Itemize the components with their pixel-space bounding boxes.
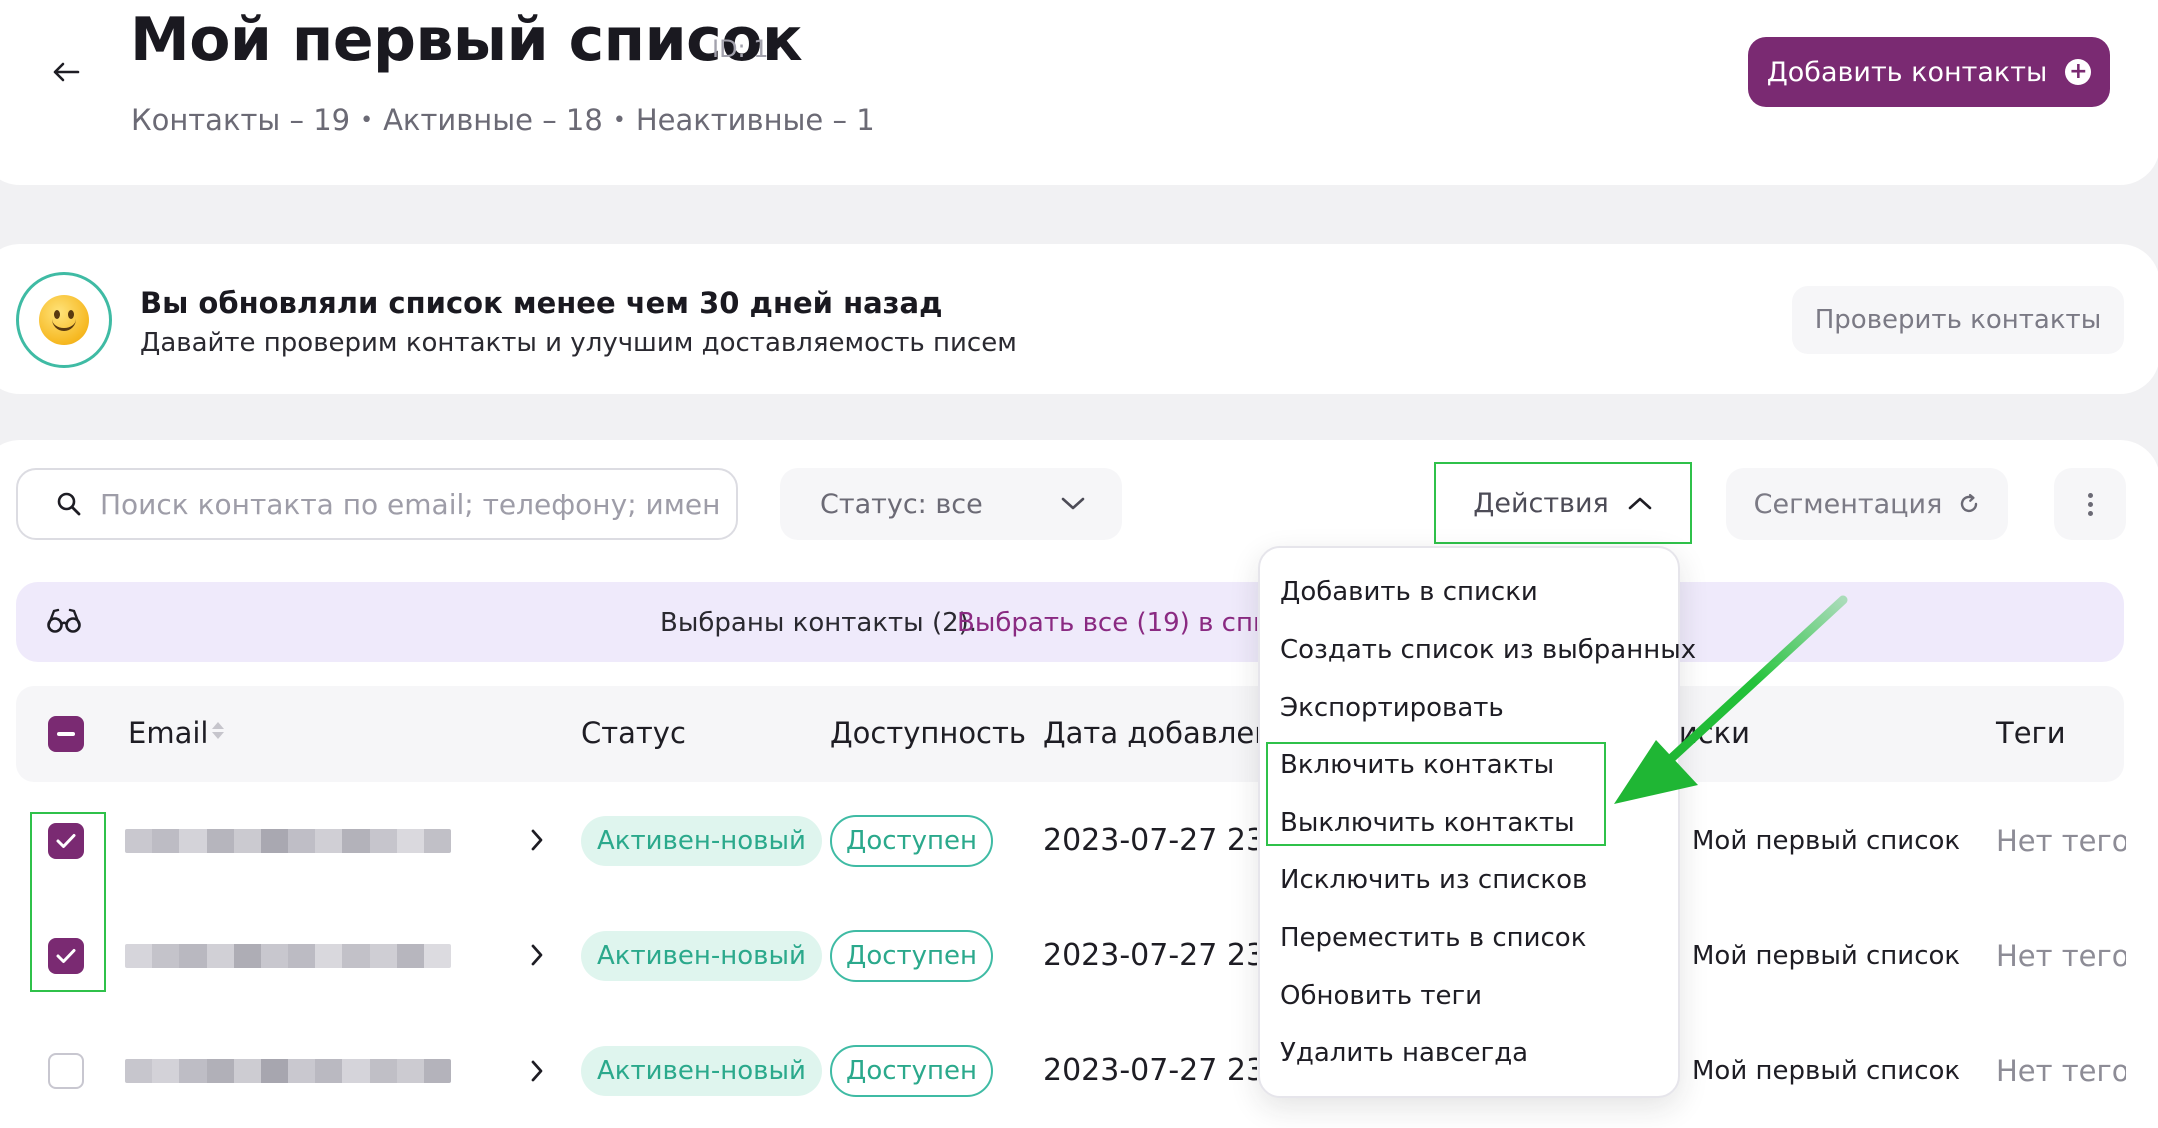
email-blurred bbox=[125, 1059, 451, 1083]
date-cell: 2023-07-27 23: bbox=[1043, 823, 1257, 858]
notice-subtitle: Давайте проверим контакты и улучшим дост… bbox=[140, 328, 1017, 358]
select-all-checkbox[interactable] bbox=[48, 716, 84, 752]
list-id: ID: 1 bbox=[712, 35, 769, 63]
highlight-box bbox=[1266, 742, 1606, 846]
row-expand-button[interactable] bbox=[522, 1056, 552, 1086]
smiley-icon bbox=[16, 272, 112, 368]
availability-badge: Доступен bbox=[830, 930, 994, 982]
chevron-right-icon bbox=[531, 944, 543, 966]
date-cell: 2023-07-27 23: bbox=[1043, 938, 1257, 973]
selection-count: Выбраны контакты (2). bbox=[660, 608, 978, 638]
status-badge: Активен-новый bbox=[581, 816, 822, 866]
select-all-link[interactable]: Выбрать все (19) в списке bbox=[957, 608, 1257, 638]
refresh-icon bbox=[1961, 493, 1978, 513]
segmentation-button[interactable]: Сегментация bbox=[1726, 468, 2008, 540]
more-options-button[interactable] bbox=[2054, 468, 2126, 540]
row-checkbox[interactable] bbox=[48, 1053, 84, 1089]
status-badge: Активен-новый bbox=[581, 1046, 822, 1096]
glasses-icon bbox=[46, 606, 82, 638]
stat-contacts: Контакты – 19 bbox=[131, 103, 351, 137]
tags-cell: Нет тегов bbox=[1996, 824, 2126, 858]
stat-inactive: Неактивные – 1 bbox=[635, 103, 875, 137]
menu-item-move-to-list[interactable]: Переместить в список bbox=[1280, 923, 1586, 953]
stat-separator: • bbox=[360, 107, 374, 133]
search-icon bbox=[57, 492, 81, 516]
status-badge: Активен-новый bbox=[581, 931, 822, 981]
actions-button[interactable]: Действия bbox=[1434, 462, 1692, 544]
stat-separator: • bbox=[612, 107, 626, 133]
column-email[interactable]: Email bbox=[128, 716, 208, 750]
vertical-dots-icon bbox=[2087, 491, 2093, 518]
menu-item-export[interactable]: Экспортировать bbox=[1280, 693, 1504, 723]
chevron-right-icon bbox=[531, 829, 543, 851]
date-cell: 2023-07-27 23: bbox=[1043, 1053, 1257, 1088]
add-contacts-button[interactable]: Добавить контакты + bbox=[1748, 37, 2110, 107]
back-button[interactable] bbox=[44, 50, 88, 94]
list-cell: Мой первый список bbox=[1692, 1056, 1961, 1086]
email-blurred bbox=[125, 944, 451, 968]
chevron-down-icon bbox=[1061, 497, 1085, 510]
notice-title: Вы обновляли список менее чем 30 дней на… bbox=[140, 286, 943, 320]
add-contacts-label: Добавить контакты bbox=[1766, 56, 2048, 88]
availability-badge: Доступен bbox=[830, 1045, 994, 1097]
tags-cell: Нет тегов bbox=[1996, 939, 2126, 973]
menu-item-add-to-lists[interactable]: Добавить в списки bbox=[1280, 577, 1538, 607]
highlight-box bbox=[30, 812, 106, 992]
minus-icon bbox=[57, 732, 75, 736]
annotation-arrow-icon bbox=[1614, 595, 1848, 804]
list-stats: Контакты – 19 • Активные – 18 • Неактивн… bbox=[131, 103, 875, 137]
availability-badge: Доступен bbox=[830, 815, 994, 867]
page-title: Мой первый список bbox=[130, 5, 803, 75]
column-tags: Теги bbox=[1996, 716, 2066, 750]
search-box[interactable] bbox=[16, 468, 738, 540]
row-expand-button[interactable] bbox=[522, 825, 552, 855]
list-cell: Мой первый список bbox=[1692, 941, 1961, 971]
column-status: Статус bbox=[581, 716, 686, 750]
sort-icon[interactable] bbox=[212, 722, 224, 739]
menu-item-exclude-from-lists[interactable]: Исключить из списков bbox=[1280, 865, 1587, 895]
tags-cell: Нет тегов bbox=[1996, 1054, 2126, 1088]
check-contacts-button[interactable]: Проверить контакты bbox=[1792, 286, 2124, 354]
segmentation-label: Сегментация bbox=[1753, 488, 1943, 520]
list-cell: Мой первый список bbox=[1692, 826, 1961, 856]
menu-item-delete-forever[interactable]: Удалить навсегда bbox=[1280, 1038, 1528, 1068]
chevron-up-icon bbox=[1628, 497, 1652, 510]
plus-circle-icon: + bbox=[2065, 59, 2092, 85]
status-filter-label: Статус: все bbox=[820, 488, 983, 520]
arrow-left-icon bbox=[53, 62, 80, 82]
chevron-right-icon bbox=[531, 1060, 543, 1082]
column-date-added: Дата добавления bbox=[1043, 716, 1258, 750]
stat-active: Активные – 18 bbox=[383, 103, 603, 137]
actions-label: Действия bbox=[1473, 487, 1609, 519]
email-blurred bbox=[125, 829, 451, 853]
column-availability: Доступность bbox=[830, 716, 1026, 750]
menu-item-update-tags[interactable]: Обновить теги bbox=[1280, 981, 1482, 1011]
search-input[interactable] bbox=[100, 487, 720, 521]
row-expand-button[interactable] bbox=[522, 940, 552, 970]
status-filter[interactable]: Статус: все bbox=[780, 468, 1122, 540]
